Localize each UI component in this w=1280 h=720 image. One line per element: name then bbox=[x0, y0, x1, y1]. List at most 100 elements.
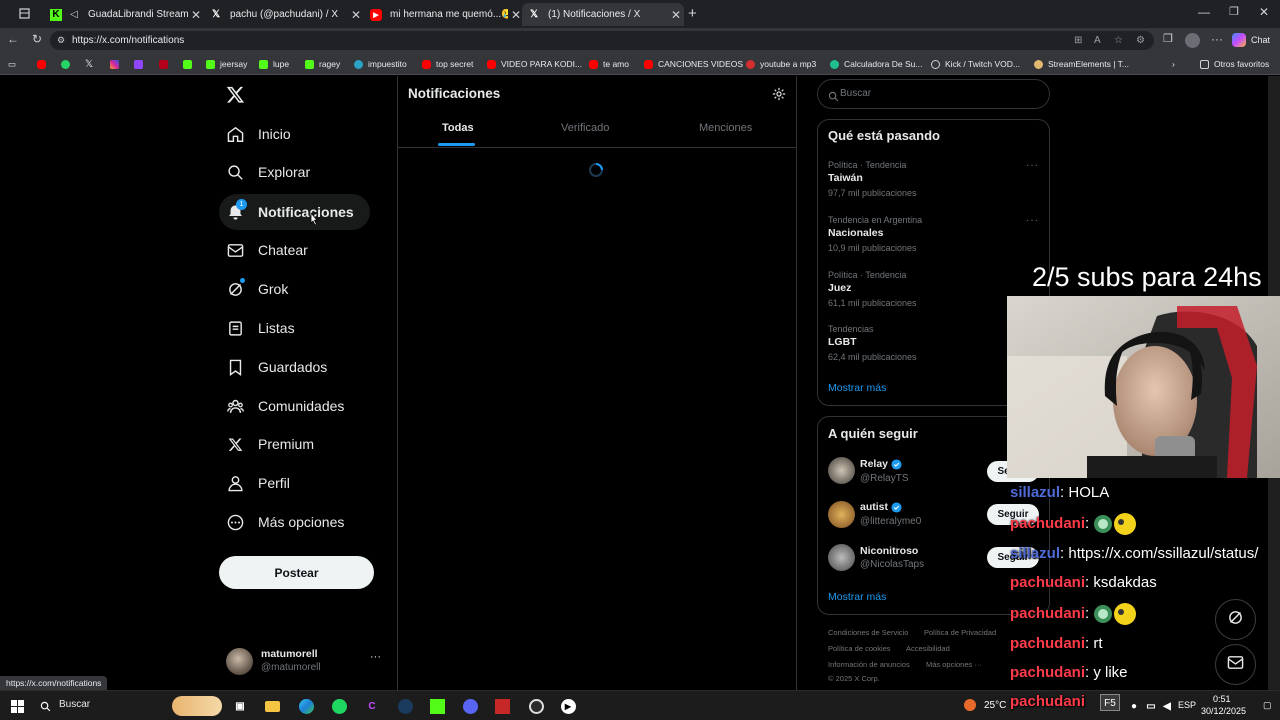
language-indicator[interactable]: ESP bbox=[1178, 700, 1196, 710]
close-tab-icon[interactable]: ✕ bbox=[668, 8, 684, 22]
obs-icon[interactable] bbox=[528, 698, 544, 714]
edge-icon[interactable] bbox=[298, 698, 314, 714]
steam-icon[interactable] bbox=[397, 698, 413, 714]
copilot-chat-button[interactable]: Chat bbox=[1232, 32, 1270, 48]
extensions-icon[interactable]: ⚙ bbox=[1136, 31, 1145, 50]
bookmark-whatsapp-icon[interactable] bbox=[61, 58, 75, 70]
taskbar-search[interactable]: Buscar bbox=[32, 695, 222, 716]
nav-guardados[interactable]: Guardados bbox=[219, 349, 327, 385]
bookmark-item[interactable]: lupe bbox=[259, 58, 289, 70]
bookmark-item[interactable]: youtube a mp3 bbox=[746, 58, 816, 70]
nav-notificaciones[interactable]: 1 Notificaciones bbox=[219, 194, 370, 230]
nav-inicio[interactable]: Inicio bbox=[219, 116, 291, 152]
bookmark-youtube-icon[interactable] bbox=[37, 58, 51, 70]
nav-premium[interactable]: Premium bbox=[219, 426, 314, 462]
collections-icon[interactable]: ❒ bbox=[1163, 32, 1173, 45]
install-app-icon[interactable]: ⊞ bbox=[1074, 31, 1082, 50]
kick-icon[interactable] bbox=[429, 698, 445, 714]
task-view-icon[interactable]: ▣ bbox=[232, 698, 248, 714]
trend-more-icon[interactable]: ··· bbox=[1026, 215, 1039, 226]
spotify-icon[interactable] bbox=[331, 698, 347, 714]
bookmark-item[interactable]: StreamElements | T... bbox=[1034, 58, 1129, 70]
status-url: https://x.com/notifications bbox=[0, 676, 108, 690]
nav-listas[interactable]: Listas bbox=[219, 310, 295, 346]
search-input[interactable]: Buscar bbox=[817, 79, 1050, 109]
trends-show-more-link[interactable]: Mostrar más bbox=[828, 382, 886, 394]
browser-tab[interactable]: K ◁ GuadaLibrandi Stream - Watc ✕ bbox=[44, 3, 204, 26]
browser-tab[interactable]: ▶ mi hermana me quemó...😢 - You ✕ bbox=[364, 3, 524, 26]
nav-explorar[interactable]: Explorar bbox=[219, 154, 310, 190]
bookmark-item[interactable]: te amo bbox=[589, 58, 629, 70]
bookmarks-overflow-icon[interactable]: › bbox=[1172, 58, 1175, 70]
reload-icon[interactable]: ↻ bbox=[32, 32, 42, 46]
workspaces-icon[interactable] bbox=[18, 7, 31, 23]
footer-link[interactable]: Política de Privacidad bbox=[924, 628, 996, 637]
notifications-icon[interactable]: ▢ bbox=[1263, 700, 1272, 711]
windows-start-icon[interactable] bbox=[9, 698, 25, 714]
bookmark-instagram-icon[interactable] bbox=[110, 58, 124, 70]
address-bar[interactable]: ⚙ https://x.com/notifications ⊞ A ☆ ⚙ bbox=[50, 31, 1154, 50]
bookmark-item[interactable]: top secret bbox=[422, 58, 473, 70]
close-tab-icon[interactable]: ✕ bbox=[348, 8, 364, 22]
read-aloud-icon[interactable]: A bbox=[1094, 31, 1101, 50]
tab-todas[interactable]: Todas bbox=[442, 122, 474, 134]
media-player-icon[interactable]: ▶ bbox=[560, 698, 576, 714]
follow-show-more-link[interactable]: Mostrar más bbox=[828, 591, 886, 603]
app-icon[interactable]: C bbox=[364, 698, 380, 714]
bookmark-twitch-icon[interactable] bbox=[134, 58, 148, 70]
grok-float-button[interactable] bbox=[1215, 599, 1256, 640]
network-icon[interactable]: ▭ bbox=[1143, 698, 1159, 714]
new-tab-icon[interactable]: + bbox=[688, 5, 697, 22]
trend-more-icon[interactable]: ··· bbox=[1026, 160, 1039, 171]
bookmark-item[interactable]: impuestito bbox=[354, 58, 407, 70]
nav-perfil[interactable]: Perfil bbox=[219, 465, 290, 501]
nav-mas-opciones[interactable]: Más opciones bbox=[219, 504, 344, 540]
close-tab-icon[interactable]: ✕ bbox=[188, 8, 204, 22]
footer-link[interactable]: Política de cookies bbox=[828, 644, 891, 653]
browser-tab-active[interactable]: 𝕏 (1) Notificaciones / X ✕ bbox=[522, 3, 684, 26]
bookmarks-menu-icon[interactable]: ▭ bbox=[8, 58, 16, 70]
bookmark-item[interactable]: jeersay bbox=[206, 58, 247, 70]
bookmark-x-icon[interactable]: 𝕏 bbox=[85, 58, 93, 70]
site-info-icon[interactable]: ⚙ bbox=[57, 31, 65, 50]
bookmark-item[interactable]: Kick / Twitch VOD... bbox=[931, 58, 1020, 70]
profile-avatar[interactable] bbox=[1185, 33, 1200, 48]
volume-icon[interactable]: ◀ bbox=[1159, 698, 1175, 714]
clock-time[interactable]: 0:51 bbox=[1213, 694, 1231, 704]
nav-comunidades[interactable]: Comunidades bbox=[219, 388, 344, 424]
other-bookmarks-folder[interactable]: Otros favoritos bbox=[1200, 58, 1269, 70]
account-menu-icon[interactable]: ··· bbox=[370, 651, 381, 663]
nav-chatear[interactable]: Chatear bbox=[219, 232, 308, 268]
bookmark-kick-icon[interactable] bbox=[183, 58, 197, 70]
tab-menciones[interactable]: Menciones bbox=[699, 122, 752, 134]
back-icon[interactable]: ← bbox=[7, 32, 19, 46]
discord-icon[interactable] bbox=[462, 698, 478, 714]
bookmark-item[interactable]: Calculadora De Su... bbox=[830, 58, 922, 70]
messages-float-button[interactable] bbox=[1215, 644, 1256, 685]
favorite-star-icon[interactable]: ☆ bbox=[1114, 31, 1123, 50]
post-button[interactable]: Postear bbox=[219, 556, 374, 589]
close-window-icon[interactable]: ✕ bbox=[1259, 5, 1269, 19]
footer-link[interactable]: Más opciones ··· bbox=[926, 660, 982, 669]
bookmark-item[interactable]: ragey bbox=[305, 58, 340, 70]
footer-link[interactable]: Información de anuncios bbox=[828, 660, 910, 669]
microphone-icon[interactable]: ● bbox=[1126, 698, 1142, 714]
file-explorer-icon[interactable] bbox=[264, 698, 280, 714]
bookmark-item[interactable]: CANCIONES VIDEOS bbox=[644, 58, 743, 70]
tab-verificado[interactable]: Verificado bbox=[561, 122, 609, 134]
x-logo-icon[interactable] bbox=[226, 85, 245, 109]
settings-gear-icon[interactable] bbox=[772, 87, 786, 106]
more-menu-icon[interactable]: ··· bbox=[1211, 32, 1223, 46]
footer-link[interactable]: Accesibilidad bbox=[906, 644, 950, 653]
restore-icon[interactable]: ❐ bbox=[1229, 5, 1239, 18]
clock-date[interactable]: 30/12/2025 bbox=[1201, 706, 1246, 716]
account-switcher[interactable]: matumorell @matumorell ··· bbox=[226, 646, 386, 676]
minimize-icon[interactable]: — bbox=[1198, 5, 1210, 19]
bookmark-red-icon[interactable] bbox=[159, 58, 173, 70]
browser-tab[interactable]: 𝕏 pachu (@pachudani) / X ✕ bbox=[204, 3, 364, 26]
mute-icon[interactable]: ◁ bbox=[70, 9, 84, 20]
nav-grok[interactable]: Grok bbox=[219, 271, 288, 307]
footer-link[interactable]: Condiciones de Servicio bbox=[828, 628, 908, 637]
app-icon[interactable] bbox=[494, 698, 510, 714]
bookmark-item[interactable]: VIDEO PARA KODI... bbox=[487, 58, 582, 70]
